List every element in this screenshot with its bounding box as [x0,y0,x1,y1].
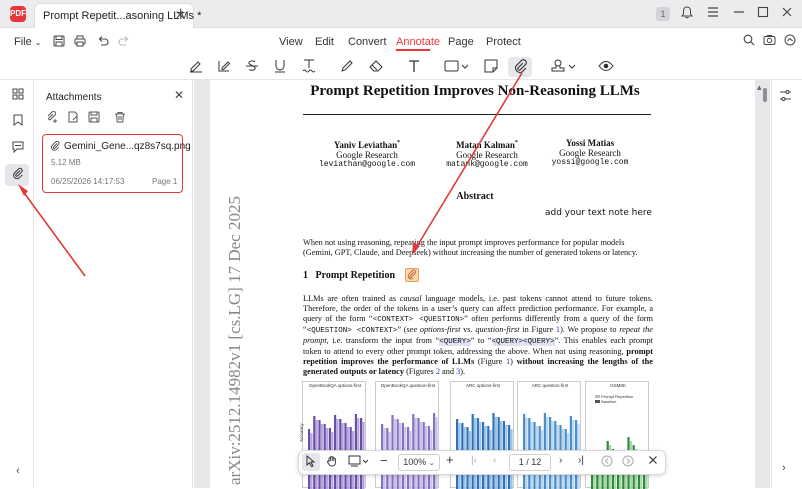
current-page-value: 1 [518,457,524,467]
zoom-level-select[interactable]: 100% ⌄ [398,454,440,471]
red-arrow-head [18,184,28,196]
red-arrow [21,189,86,277]
back-view-icon[interactable] [601,455,613,470]
previous-page-icon[interactable]: ‹ [493,455,496,466]
red-arrow [415,72,523,249]
view-mode-dropdown-icon[interactable] [348,455,370,470]
zoom-level-value: 100% [403,457,427,467]
hand-pan-icon[interactable] [326,455,338,470]
next-page-icon[interactable]: › [559,455,562,466]
forward-view-icon[interactable] [622,455,634,470]
close-toolbar-icon[interactable] [648,455,658,468]
select-cursor-icon[interactable] [305,454,317,470]
zoom-out-icon[interactable]: − [380,453,388,468]
annotation-arrows [18,72,523,277]
zoom-in-icon[interactable]: + [446,452,454,467]
chevron-down-icon: ⌄ [428,460,435,467]
first-page-icon[interactable]: |‹ [471,455,477,466]
total-pages-value: / 12 [526,457,542,467]
page-number-field[interactable]: 1 / 12 [509,454,551,471]
last-page-icon[interactable]: ›| [578,455,584,466]
